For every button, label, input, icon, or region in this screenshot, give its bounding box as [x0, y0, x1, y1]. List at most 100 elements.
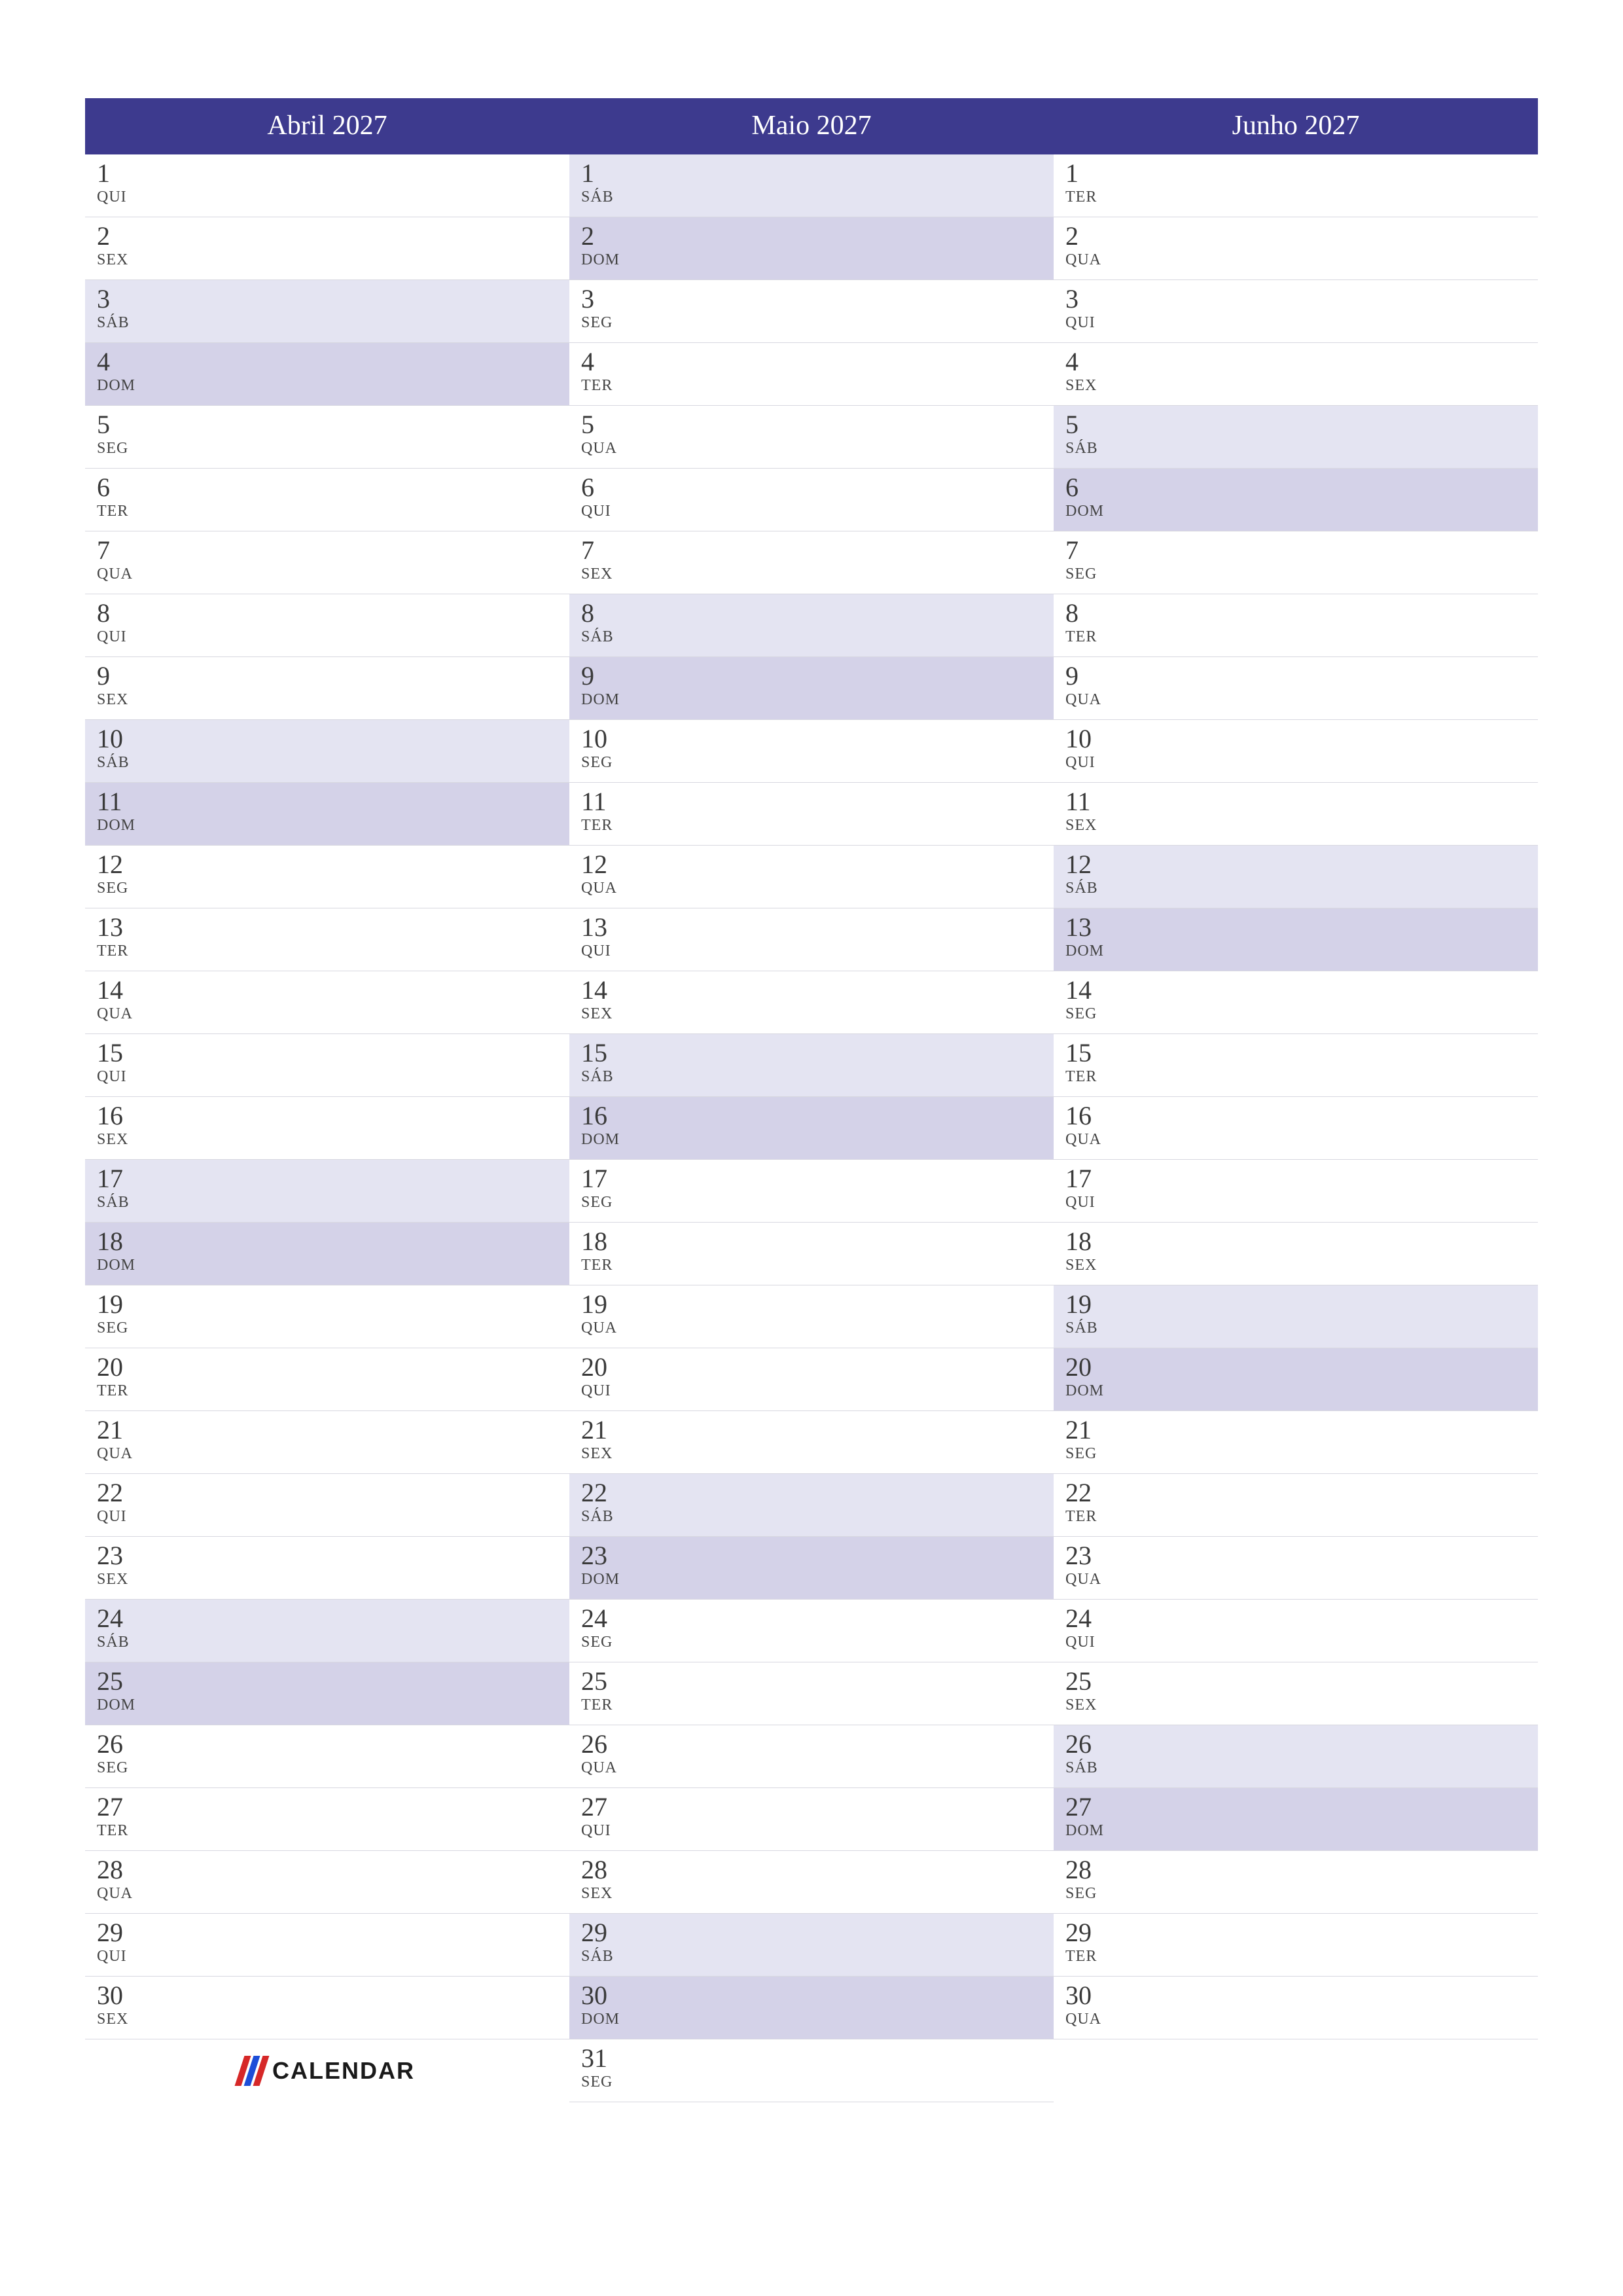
day-number: 23 [581, 1542, 1054, 1570]
day-row: 6DOM [1054, 469, 1538, 531]
day-row: 23DOM [569, 1537, 1054, 1600]
day-abbrev: QUA [581, 880, 1054, 897]
day-row: 26SEG [85, 1725, 569, 1788]
day-number: 22 [581, 1479, 1054, 1507]
day-abbrev: DOM [1065, 942, 1538, 960]
day-row: 1TER [1054, 154, 1538, 217]
day-number: 20 [581, 1354, 1054, 1381]
day-row: 7SEX [569, 531, 1054, 594]
day-number: 24 [97, 1605, 569, 1632]
day-number: 11 [97, 788, 569, 816]
day-row: 5SEG [85, 406, 569, 469]
day-abbrev: QUI [581, 503, 1054, 520]
day-number: 2 [581, 223, 1054, 250]
day-abbrev: DOM [1065, 503, 1538, 520]
day-abbrev: TER [1065, 1068, 1538, 1086]
day-abbrev: TER [1065, 188, 1538, 206]
day-abbrev: TER [1065, 1508, 1538, 1526]
empty-cell [1054, 2039, 1538, 2102]
day-row: 30QUA [1054, 1977, 1538, 2039]
day-row: 21SEG [1054, 1411, 1538, 1474]
day-row: 15QUI [85, 1034, 569, 1097]
day-row: 29QUI [85, 1914, 569, 1977]
day-abbrev: SEG [97, 880, 569, 897]
day-abbrev: QUI [581, 942, 1054, 960]
day-number: 29 [1065, 1919, 1538, 1946]
day-number: 17 [97, 1165, 569, 1193]
day-number: 27 [1065, 1793, 1538, 1821]
day-number: 12 [97, 851, 569, 878]
day-number: 15 [1065, 1039, 1538, 1067]
day-number: 18 [1065, 1228, 1538, 1255]
day-row: 30SEX [85, 1977, 569, 2039]
day-abbrev: TER [1065, 1948, 1538, 1965]
day-number: 20 [1065, 1354, 1538, 1381]
day-row: 16DOM [569, 1097, 1054, 1160]
day-number: 20 [97, 1354, 569, 1381]
day-number: 11 [1065, 788, 1538, 816]
day-number: 29 [581, 1919, 1054, 1946]
day-row: 6TER [85, 469, 569, 531]
day-number: 28 [581, 1856, 1054, 1884]
day-abbrev: DOM [581, 251, 1054, 269]
month-column-junho: Junho 2027 1TER2QUA3QUI4SEX5SÁB6DOM7SEG8… [1054, 98, 1538, 2102]
day-row: 5QUA [569, 406, 1054, 469]
day-abbrev: SÁB [97, 1194, 569, 1211]
day-number: 5 [97, 411, 569, 439]
day-number: 23 [1065, 1542, 1538, 1570]
day-row: 2DOM [569, 217, 1054, 280]
day-abbrev: SÁB [1065, 1759, 1538, 1777]
day-abbrev: QUA [97, 565, 569, 583]
day-abbrev: DOM [97, 817, 569, 834]
day-abbrev: QUI [1065, 1634, 1538, 1651]
day-number: 26 [97, 1731, 569, 1758]
day-row: 26SÁB [1054, 1725, 1538, 1788]
day-row: 7QUA [85, 531, 569, 594]
month-header: Junho 2027 [1054, 98, 1538, 154]
day-row: 21QUA [85, 1411, 569, 1474]
day-number: 4 [581, 348, 1054, 376]
day-abbrev: SÁB [1065, 880, 1538, 897]
day-abbrev: SÁB [1065, 1319, 1538, 1337]
day-abbrev: SEG [581, 1194, 1054, 1211]
month-column-maio: Maio 2027 1SÁB2DOM3SEG4TER5QUA6QUI7SEX8S… [569, 98, 1054, 2102]
day-row: 10QUI [1054, 720, 1538, 783]
day-abbrev: QUI [581, 1822, 1054, 1840]
day-row: 25SEX [1054, 1662, 1538, 1725]
brand-name: CALENDAR [272, 2057, 415, 2085]
day-number: 5 [581, 411, 1054, 439]
day-abbrev: DOM [97, 1257, 569, 1274]
day-number: 13 [1065, 914, 1538, 941]
day-abbrev: QUI [97, 1508, 569, 1526]
day-number: 3 [97, 285, 569, 313]
day-row: 30DOM [569, 1977, 1054, 2039]
day-number: 18 [97, 1228, 569, 1255]
day-row: 4DOM [85, 343, 569, 406]
day-row: 3SEG [569, 280, 1054, 343]
day-abbrev: QUA [97, 1445, 569, 1463]
day-abbrev: TER [581, 1257, 1054, 1274]
day-abbrev: SEX [581, 1445, 1054, 1463]
day-row: 4SEX [1054, 343, 1538, 406]
day-number: 22 [1065, 1479, 1538, 1507]
day-number: 11 [581, 788, 1054, 816]
day-abbrev: QUA [1065, 1131, 1538, 1149]
day-abbrev: SEX [1065, 817, 1538, 834]
day-number: 21 [581, 1416, 1054, 1444]
day-abbrev: SEX [97, 251, 569, 269]
calendar-container: Abril 2027 1QUI2SEX3SÁB4DOM5SEG6TER7QUA8… [85, 98, 1538, 2102]
day-number: 8 [97, 600, 569, 627]
day-row: 24QUI [1054, 1600, 1538, 1662]
day-abbrev: QUI [1065, 754, 1538, 772]
day-abbrev: SEX [1065, 377, 1538, 395]
day-row: 28SEX [569, 1851, 1054, 1914]
day-number: 4 [1065, 348, 1538, 376]
day-number: 31 [581, 2045, 1054, 2072]
day-row: 1QUI [85, 154, 569, 217]
day-row: 2QUA [1054, 217, 1538, 280]
day-number: 19 [97, 1291, 569, 1318]
day-row: 14SEX [569, 971, 1054, 1034]
day-abbrev: SEX [1065, 1696, 1538, 1714]
day-number: 25 [581, 1668, 1054, 1695]
day-abbrev: SEX [581, 565, 1054, 583]
